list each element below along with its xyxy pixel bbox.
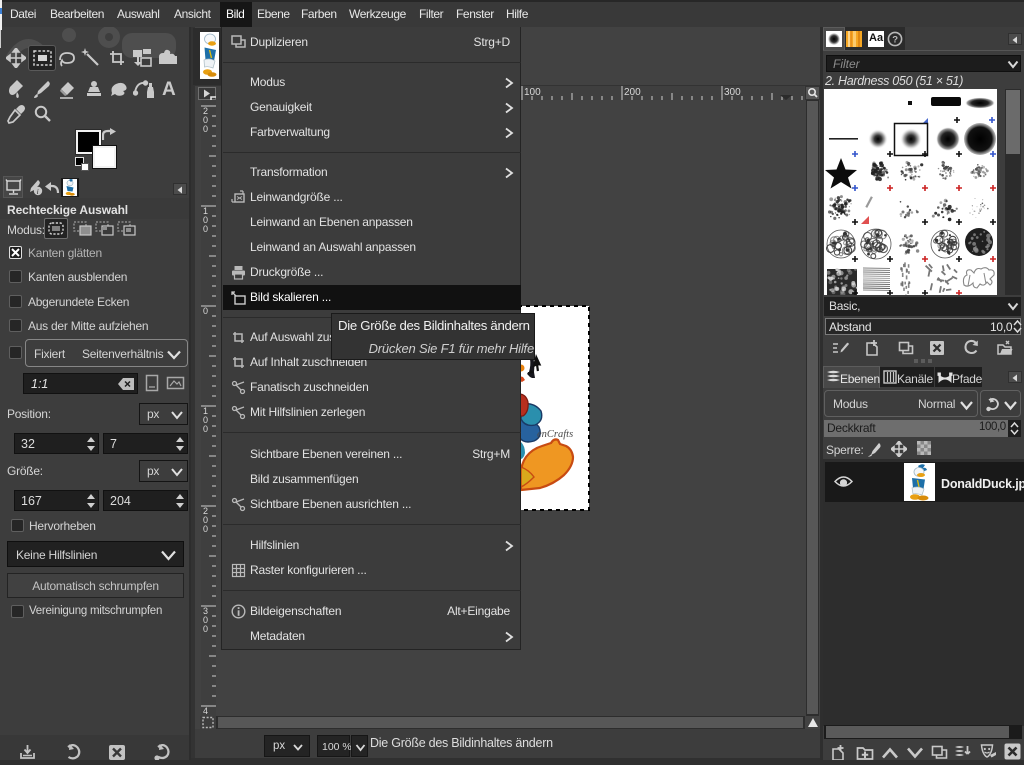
svg-text:A: A bbox=[162, 79, 176, 100]
svg-text:?: ? bbox=[892, 34, 898, 45]
svg-text:i: i bbox=[37, 187, 39, 196]
svg-text:0: 0 bbox=[203, 124, 208, 134]
svg-text:200: 200 bbox=[624, 87, 641, 98]
svg-text:300: 300 bbox=[724, 87, 741, 98]
svg-text:0: 0 bbox=[203, 424, 208, 434]
svg-text:0: 0 bbox=[203, 524, 208, 534]
svg-text:100: 100 bbox=[524, 87, 541, 98]
svg-text:enCrafts: enCrafts bbox=[537, 429, 573, 440]
svg-text:0: 0 bbox=[203, 624, 208, 634]
svg-text:4: 4 bbox=[203, 706, 208, 716]
svg-text:0: 0 bbox=[203, 306, 208, 316]
svg-text:0: 0 bbox=[203, 224, 208, 234]
